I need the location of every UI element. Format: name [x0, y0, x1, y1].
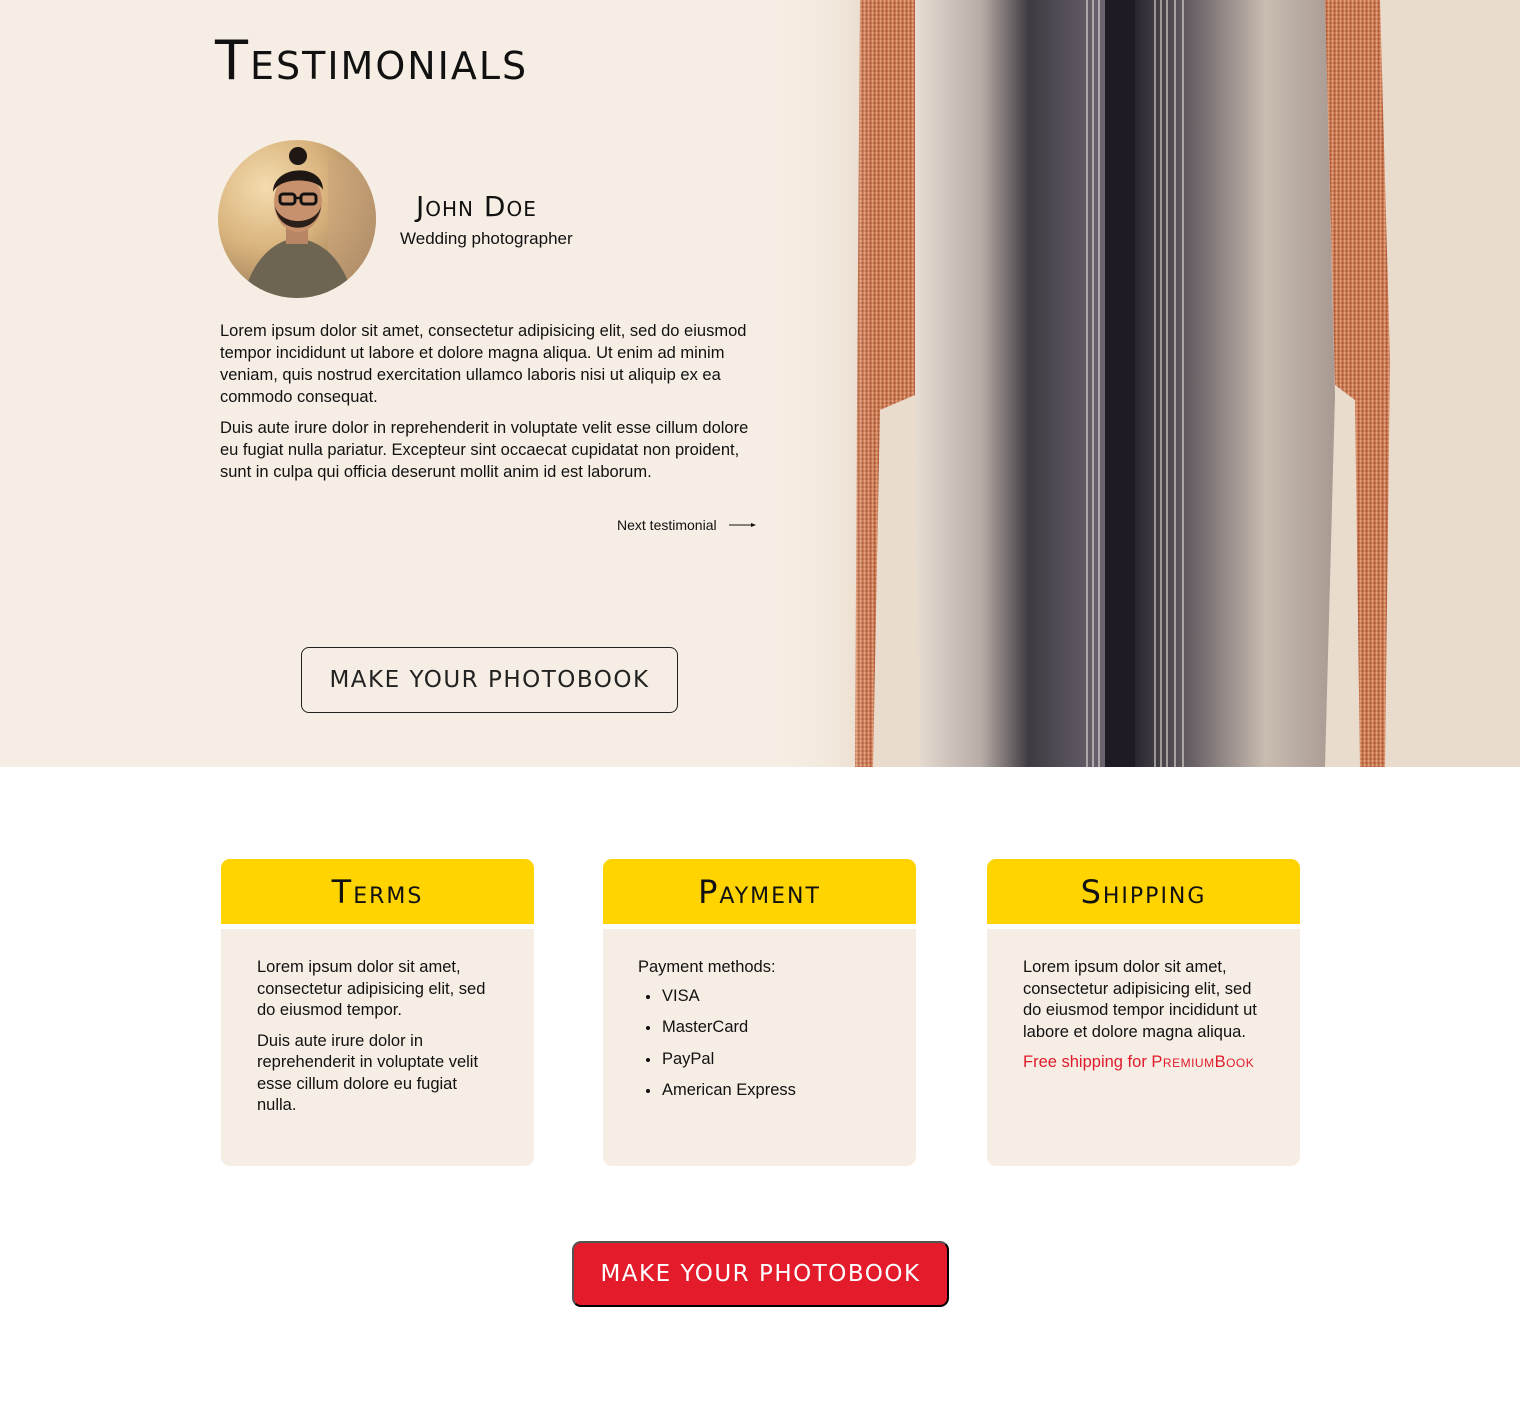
terms-paragraph: Lorem ipsum dolor sit amet, consectetur …	[257, 958, 486, 1019]
shipping-card: Shipping Lorem ipsum dolor sit amet, con…	[987, 859, 1300, 1166]
terms-card-title: Terms	[221, 859, 534, 929]
payment-method-item: VISA	[638, 981, 882, 1013]
payment-card-title: Payment	[603, 859, 916, 929]
payment-method-item: PayPal	[638, 1044, 882, 1076]
make-photobook-button[interactable]: MAKE YOUR PHOTOBOOK	[572, 1241, 949, 1307]
payment-card-body: Payment methods: VISA MasterCard PayPal …	[603, 929, 916, 1107]
terms-card: Terms Lorem ipsum dolor sit amet, consec…	[221, 859, 534, 1166]
testimonial-quote: Lorem ipsum dolor sit amet, consectetur …	[220, 320, 750, 483]
next-testimonial-link[interactable]: Next testimonial	[617, 517, 757, 533]
terms-card-body: Lorem ipsum dolor sit amet, consectetur …	[221, 929, 534, 1117]
payment-methods-list: VISA MasterCard PayPal American Express	[638, 981, 882, 1107]
page-title: Testimonials	[215, 29, 529, 92]
hero-fade-overlay	[760, 0, 870, 767]
shipping-card-body: Lorem ipsum dolor sit amet, consectetur …	[987, 929, 1300, 1074]
testimonials-section: Testimonials John Doe Wedding photograph…	[0, 0, 1520, 767]
terms-paragraph: Duis aute irure dolor in reprehenderit i…	[257, 1031, 479, 1115]
make-photobook-outline-button[interactable]: MAKE YOUR PHOTOBOOK	[301, 647, 678, 713]
quote-paragraph: Lorem ipsum dolor sit amet, consectetur …	[220, 322, 747, 406]
premiumbook-brand: PremiumBook	[1151, 1053, 1255, 1071]
next-testimonial-label: Next testimonial	[617, 517, 717, 533]
photobook-image	[855, 0, 1395, 767]
payment-method-item: American Express	[638, 1075, 882, 1107]
free-shipping-note: Free shipping for PremiumBook	[1023, 1052, 1266, 1074]
avatar	[218, 140, 376, 298]
shipping-card-title: Shipping	[987, 859, 1300, 929]
shipping-paragraph: Lorem ipsum dolor sit amet, consectetur …	[1023, 958, 1257, 1041]
free-shipping-text: Free shipping for	[1023, 1053, 1152, 1071]
payment-card: Payment Payment methods: VISA MasterCard…	[603, 859, 916, 1166]
payment-intro: Payment methods:	[638, 958, 776, 976]
arrow-right-icon	[728, 523, 756, 527]
testimonial-author-role: Wedding photographer	[400, 229, 573, 248]
payment-method-item: MasterCard	[638, 1012, 882, 1044]
testimonial-author-name: John Doe	[416, 190, 537, 223]
quote-paragraph: Duis aute irure dolor in reprehenderit i…	[220, 419, 749, 481]
